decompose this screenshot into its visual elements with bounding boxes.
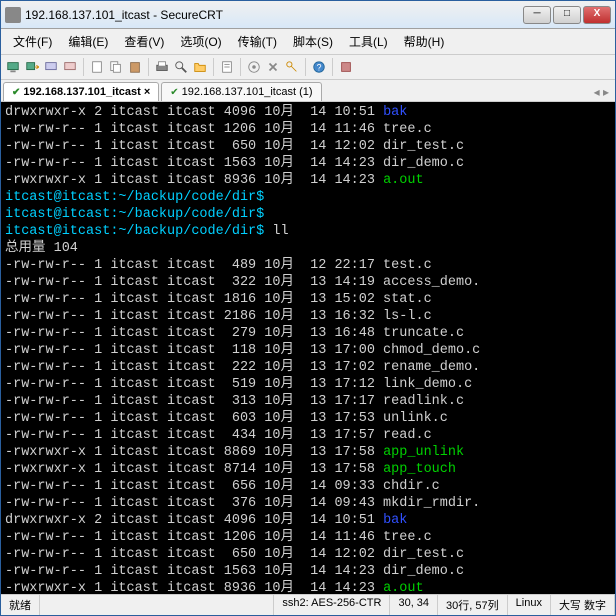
main-window: 192.168.137.101_itcast - SecureCRT ─ □ X… bbox=[0, 0, 616, 616]
status-spacer bbox=[40, 595, 274, 615]
svg-text:?: ? bbox=[317, 63, 322, 73]
terminal-line: -rw-rw-r-- 1 itcast itcast 1563 10月 14 1… bbox=[5, 563, 611, 580]
terminal-line: -rw-rw-r-- 1 itcast itcast 650 10月 14 12… bbox=[5, 138, 611, 155]
status-caps: 大写 数字 bbox=[551, 595, 615, 615]
window-controls: ─ □ X bbox=[523, 6, 611, 24]
extra-icon[interactable] bbox=[338, 59, 354, 75]
properties-icon[interactable] bbox=[219, 59, 235, 75]
terminal-line: -rw-rw-r-- 1 itcast itcast 313 10月 13 17… bbox=[5, 393, 611, 410]
menu-item[interactable]: 工具(L) bbox=[341, 31, 396, 52]
menu-item[interactable]: 查看(V) bbox=[116, 31, 172, 52]
menu-item[interactable]: 传输(T) bbox=[230, 31, 285, 52]
menu-item[interactable]: 选项(O) bbox=[172, 31, 229, 52]
terminal-line: -rw-rw-r-- 1 itcast itcast 279 10月 13 16… bbox=[5, 325, 611, 342]
terminal-line: -rw-rw-r-- 1 itcast itcast 650 10月 14 12… bbox=[5, 546, 611, 563]
check-icon: ✔ bbox=[170, 87, 178, 98]
terminal-line: -rw-rw-r-- 1 itcast itcast 519 10月 13 17… bbox=[5, 376, 611, 393]
folder-icon[interactable] bbox=[192, 59, 208, 75]
menu-item[interactable]: 编辑(E) bbox=[60, 31, 116, 52]
terminal-line: itcast@itcast:~/backup/code/dir$ bbox=[5, 189, 611, 206]
tab-scroll-icon[interactable]: ◂ ▸ bbox=[588, 85, 615, 99]
toolbar-separator bbox=[332, 58, 333, 76]
toolbar-separator bbox=[305, 58, 306, 76]
terminal-line: itcast@itcast:~/backup/code/dir$ ll bbox=[5, 223, 611, 240]
find-icon[interactable] bbox=[173, 59, 189, 75]
terminal-line: -rw-rw-r-- 1 itcast itcast 322 10月 13 14… bbox=[5, 274, 611, 291]
terminal-line: drwxrwxr-x 2 itcast itcast 4096 10月 14 1… bbox=[5, 512, 611, 529]
options-icon[interactable] bbox=[246, 59, 262, 75]
titlebar[interactable]: 192.168.137.101_itcast - SecureCRT ─ □ X bbox=[1, 1, 615, 29]
minimize-button[interactable]: ─ bbox=[523, 6, 551, 24]
paste-icon[interactable] bbox=[127, 59, 143, 75]
toolbar-separator bbox=[83, 58, 84, 76]
reconnect-icon[interactable] bbox=[43, 59, 59, 75]
disconnect-icon[interactable] bbox=[62, 59, 78, 75]
menubar: 文件(F)编辑(E)查看(V)选项(O)传输(T)脚本(S)工具(L)帮助(H) bbox=[1, 29, 615, 55]
terminal-line: -rw-rw-r-- 1 itcast itcast 1563 10月 14 1… bbox=[5, 155, 611, 172]
key-icon[interactable] bbox=[284, 59, 300, 75]
settings-icon[interactable] bbox=[265, 59, 281, 75]
check-icon: ✔ bbox=[12, 87, 20, 98]
status-os: Linux bbox=[508, 595, 551, 615]
terminal-line: -rw-rw-r-- 1 itcast itcast 376 10月 14 09… bbox=[5, 495, 611, 512]
tab-label: 192.168.137.101_itcast (1) bbox=[182, 86, 313, 98]
help-icon[interactable]: ? bbox=[311, 59, 327, 75]
terminal-line: -rw-rw-r-- 1 itcast itcast 489 10月 12 22… bbox=[5, 257, 611, 274]
maximize-button[interactable]: □ bbox=[553, 6, 581, 24]
terminal-line: drwxrwxr-x 2 itcast itcast 4096 10月 14 1… bbox=[5, 104, 611, 121]
terminal-line: -rw-rw-r-- 1 itcast itcast 1206 10月 14 1… bbox=[5, 121, 611, 138]
terminal-line: -rwxrwxr-x 1 itcast itcast 8869 10月 13 1… bbox=[5, 444, 611, 461]
terminal-line: 总用量 104 bbox=[5, 240, 611, 257]
toolbar: ? bbox=[1, 55, 615, 80]
toolbar-separator bbox=[148, 58, 149, 76]
terminal-line: -rwxrwxr-x 1 itcast itcast 8714 10月 13 1… bbox=[5, 461, 611, 478]
session-tab[interactable]: ✔ 192.168.137.101_itcast (1) bbox=[161, 82, 321, 101]
quick-connect-icon[interactable] bbox=[24, 59, 40, 75]
session-icon[interactable] bbox=[89, 59, 105, 75]
terminal-line: -rw-rw-r-- 1 itcast itcast 434 10月 13 17… bbox=[5, 427, 611, 444]
connect-icon[interactable] bbox=[5, 59, 21, 75]
terminal-line: -rw-rw-r-- 1 itcast itcast 222 10月 13 17… bbox=[5, 359, 611, 376]
terminal-line: -rw-rw-r-- 1 itcast itcast 1816 10月 13 1… bbox=[5, 291, 611, 308]
terminal-line: -rwxrwxr-x 1 itcast itcast 8936 10月 14 1… bbox=[5, 580, 611, 594]
app-icon bbox=[5, 7, 21, 23]
terminal-line: itcast@itcast:~/backup/code/dir$ bbox=[5, 206, 611, 223]
status-cipher: ssh2: AES-256-CTR bbox=[274, 595, 390, 615]
terminal-line: -rw-rw-r-- 1 itcast itcast 656 10月 14 09… bbox=[5, 478, 611, 495]
copy-icon[interactable] bbox=[108, 59, 124, 75]
print-icon[interactable] bbox=[154, 59, 170, 75]
terminal-line: -rw-rw-r-- 1 itcast itcast 118 10月 13 17… bbox=[5, 342, 611, 359]
tabbar: ✔192.168.137.101_itcast×✔192.168.137.101… bbox=[1, 80, 615, 102]
toolbar-separator bbox=[240, 58, 241, 76]
status-pos: 30, 34 bbox=[390, 595, 438, 615]
session-tab[interactable]: ✔192.168.137.101_itcast × bbox=[3, 82, 159, 101]
terminal-line: -rw-rw-r-- 1 itcast itcast 1206 10月 14 1… bbox=[5, 529, 611, 546]
menu-item[interactable]: 帮助(H) bbox=[396, 31, 453, 52]
menu-item[interactable]: 文件(F) bbox=[5, 31, 60, 52]
status-size: 30行, 57列 bbox=[438, 595, 508, 615]
toolbar-separator bbox=[213, 58, 214, 76]
terminal[interactable]: drwxrwxr-x 2 itcast itcast 4096 10月 14 1… bbox=[1, 102, 615, 594]
window-title: 192.168.137.101_itcast - SecureCRT bbox=[25, 8, 523, 22]
tab-label: 192.168.137.101_itcast bbox=[23, 86, 140, 98]
terminal-line: -rwxrwxr-x 1 itcast itcast 8936 10月 14 1… bbox=[5, 172, 611, 189]
status-ready: 就绪 bbox=[1, 595, 40, 615]
menu-item[interactable]: 脚本(S) bbox=[285, 31, 341, 52]
tab-close-icon[interactable]: × bbox=[144, 86, 150, 98]
terminal-line: -rw-rw-r-- 1 itcast itcast 603 10月 13 17… bbox=[5, 410, 611, 427]
close-button[interactable]: X bbox=[583, 6, 611, 24]
terminal-line: -rw-rw-r-- 1 itcast itcast 2186 10月 13 1… bbox=[5, 308, 611, 325]
statusbar: 就绪 ssh2: AES-256-CTR 30, 34 30行, 57列 Lin… bbox=[1, 594, 615, 615]
